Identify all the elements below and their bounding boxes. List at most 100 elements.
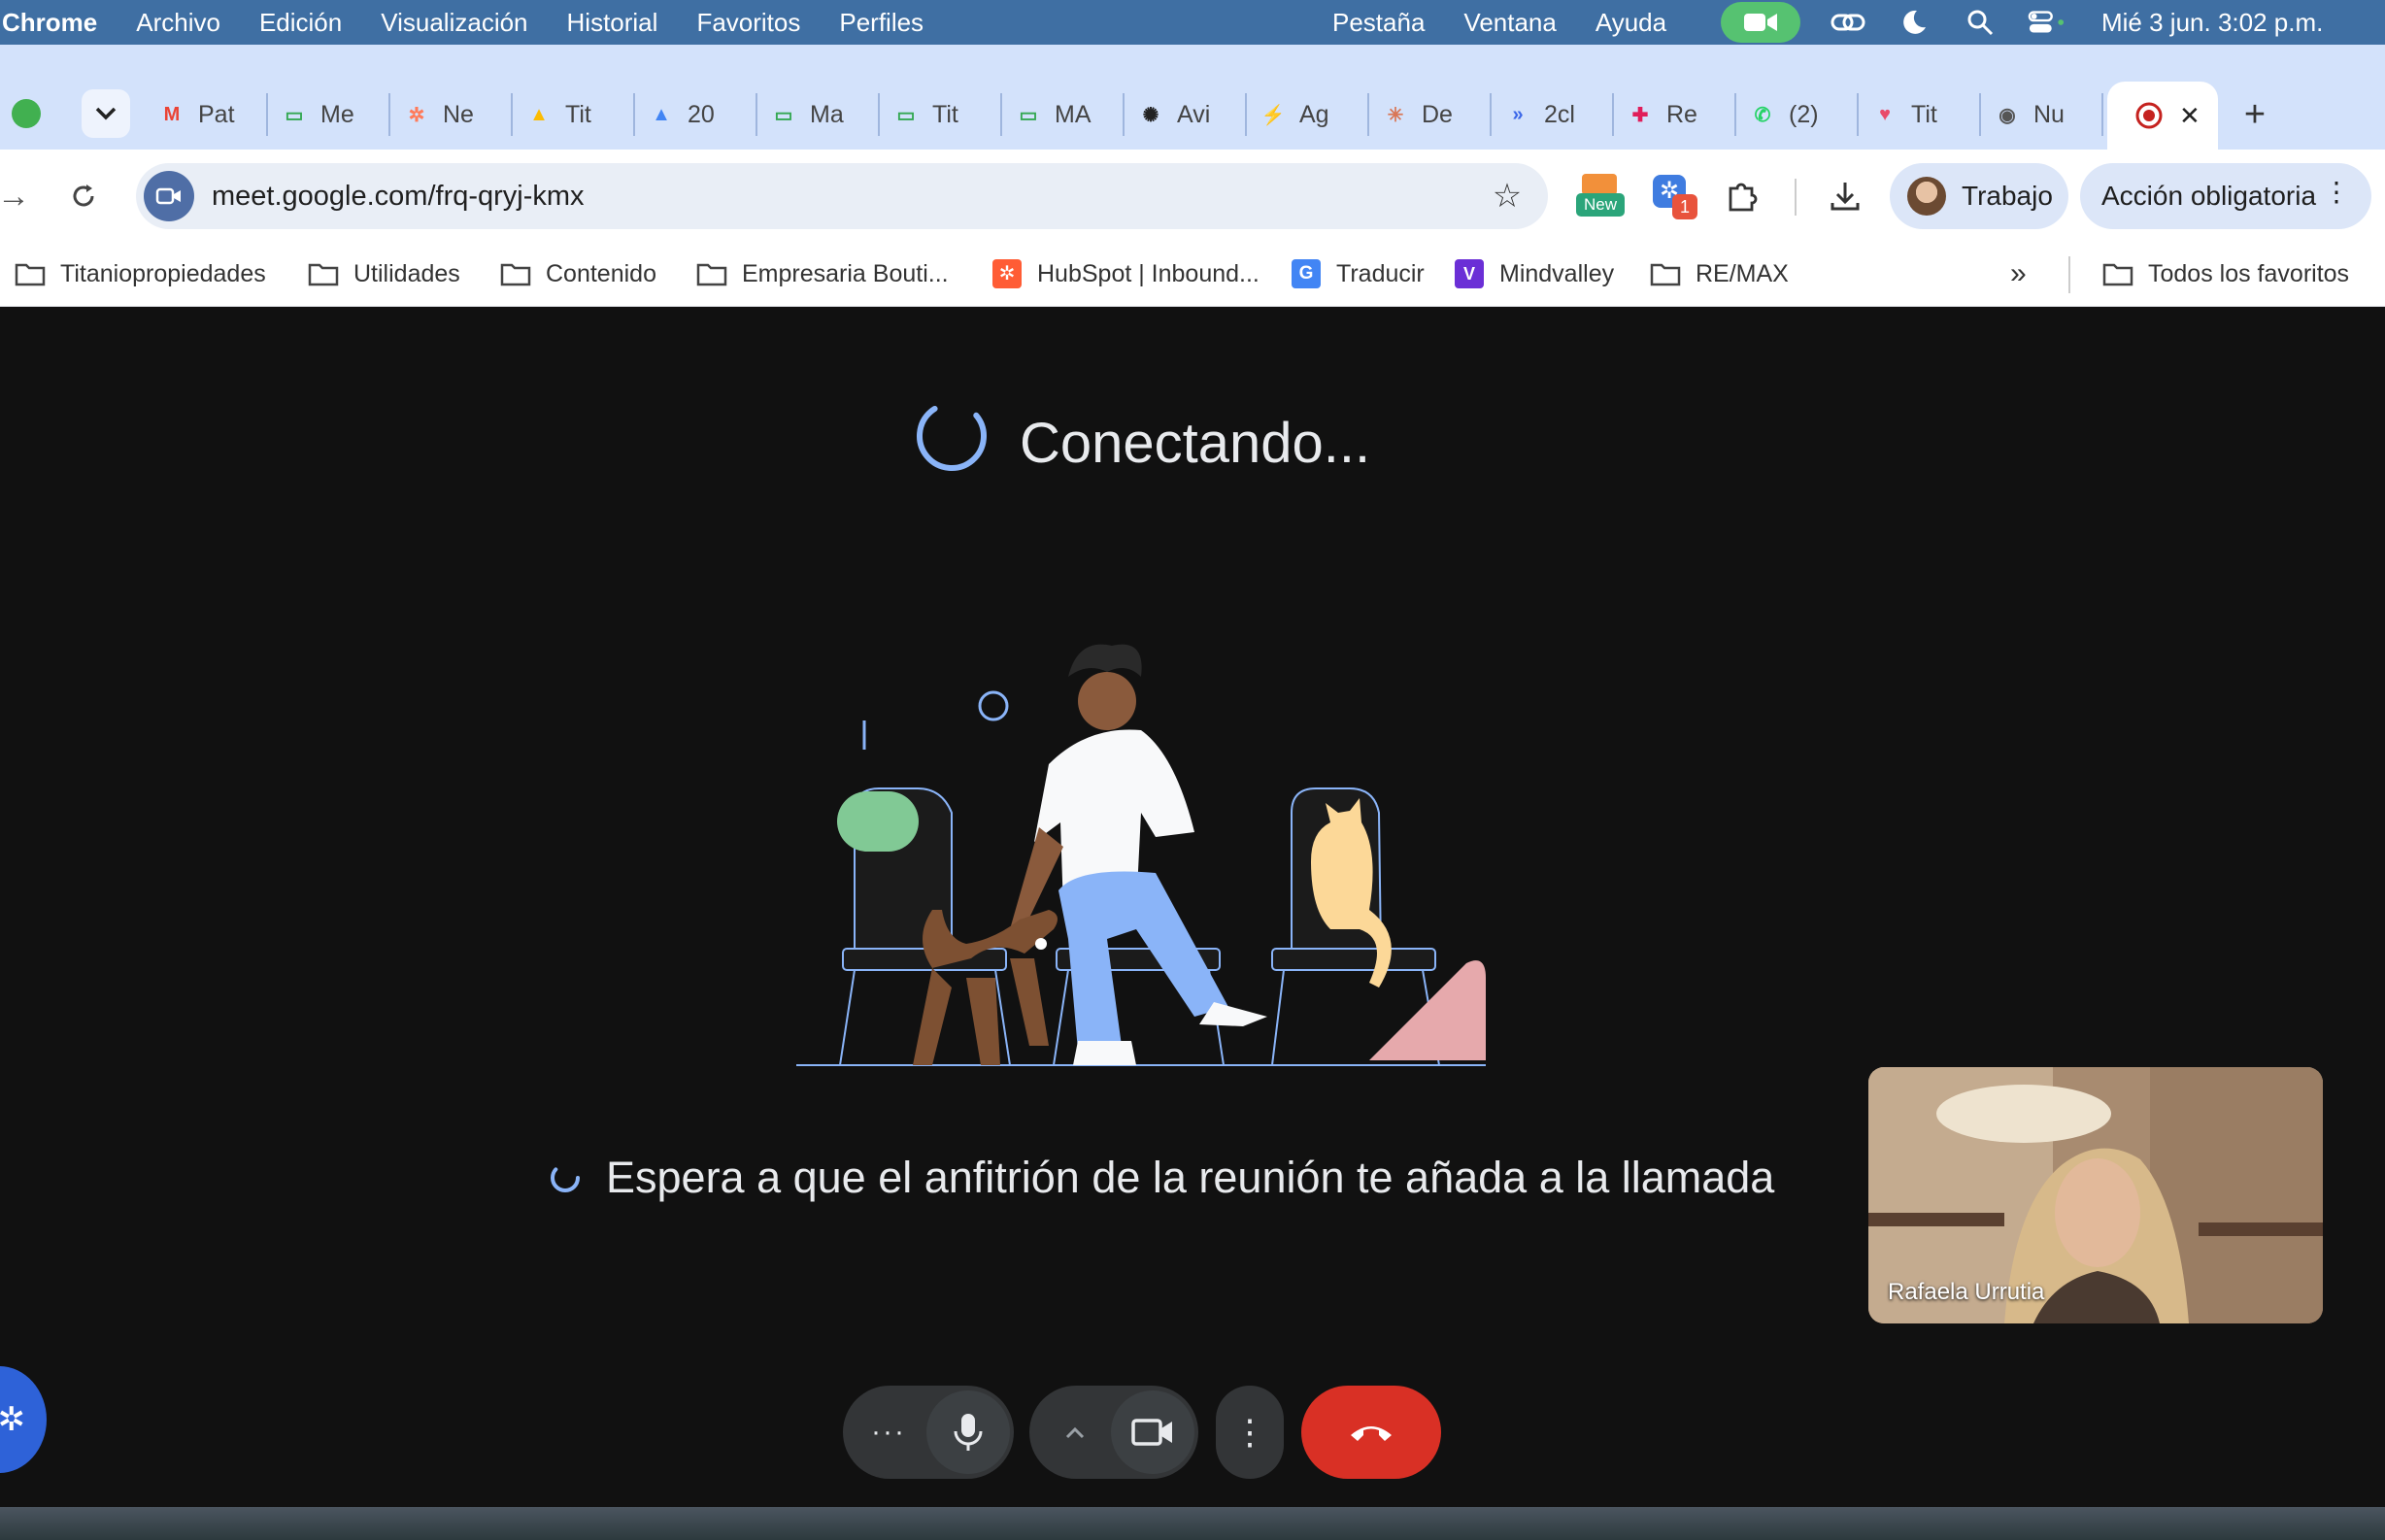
new-tab-button[interactable]: +: [2235, 94, 2274, 135]
bookmarks-overflow-button[interactable]: »: [2010, 254, 2027, 293]
menu-ventana[interactable]: Ventana: [1463, 8, 1556, 38]
bookmark-traducir[interactable]: G Traducir: [1290, 254, 1425, 293]
spotlight-search-icon[interactable]: [1962, 4, 1999, 41]
menu-archivo[interactable]: Archivo: [136, 8, 220, 38]
browser-tab[interactable]: ♥ Tit: [1859, 93, 1981, 136]
menu-bar-clock[interactable]: Mié 3 jun. 3:02 p.m.: [2101, 8, 2323, 38]
menu-perfiles[interactable]: Perfiles: [839, 8, 924, 38]
loading-spinner-icon: [917, 401, 987, 471]
all-bookmarks-button[interactable]: Todos los favoritos: [2101, 254, 2349, 293]
forward-button[interactable]: →: [0, 173, 37, 219]
all-bookmarks-label: Todos los favoritos: [2148, 259, 2350, 287]
mindvalley-icon: V: [1453, 259, 1486, 288]
browser-tab[interactable]: ▭ Me: [268, 93, 390, 136]
control-center-icon[interactable]: [2028, 4, 2065, 41]
action-required-label: Acción obligatoria: [2101, 181, 2317, 211]
extension-count-badge: 1: [1672, 194, 1697, 219]
browser-tab[interactable]: ✲ Ne: [390, 93, 513, 136]
browser-tab[interactable]: ✺ Avi: [1125, 93, 1247, 136]
profile-avatar: [1907, 177, 1946, 216]
menu-ayuda[interactable]: Ayuda: [1596, 8, 1666, 38]
url-text[interactable]: meet.google.com/frq-qryj-kmx: [212, 181, 585, 213]
tab-search-button[interactable]: [82, 89, 130, 138]
claude-icon: ✳: [1387, 104, 1404, 126]
site-info-icon[interactable]: [144, 171, 194, 221]
browser-tab[interactable]: ▲ Tit: [513, 93, 635, 136]
link-icon[interactable]: [1830, 4, 1866, 41]
close-tab-icon[interactable]: ✕: [2179, 101, 2200, 131]
moon-icon[interactable]: [1896, 4, 1932, 41]
bookmark-empresaria[interactable]: Empresaria Bouti...: [695, 254, 949, 293]
action-required-button[interactable]: Acción obligatoria ⋮: [2080, 163, 2371, 229]
browser-tab[interactable]: ▭ MA: [1002, 93, 1125, 136]
browser-tab[interactable]: » 2cl: [1492, 93, 1614, 136]
tab-active-meet[interactable]: ✕: [2107, 82, 2218, 150]
tab-title: Tit: [932, 100, 958, 128]
browser-tab[interactable]: ✳ De: [1369, 93, 1492, 136]
browser-tab[interactable]: ◉ Nu: [1981, 93, 2103, 136]
window-zoom-button[interactable]: [12, 99, 41, 128]
folder-icon: [2101, 260, 2134, 287]
folder-icon: [14, 260, 47, 287]
browser-tab[interactable]: ⚡ Ag: [1247, 93, 1369, 136]
microphone-button[interactable]: [926, 1390, 1010, 1474]
meet-waiting-room: Conectando... Espera a que el anfitrión …: [0, 308, 2385, 1507]
bookmark-star-icon[interactable]: ☆: [1488, 177, 1527, 216]
app-menu[interactable]: Chrome: [2, 8, 97, 38]
waiting-message: Espera a que el anfitrión de la reunión …: [548, 1153, 1774, 1203]
tab-title: Tit: [565, 100, 591, 128]
macos-menu-bar: Chrome Archivo Edición Visualización His…: [0, 0, 2385, 45]
browser-tab[interactable]: ▭ Tit: [880, 93, 1002, 136]
meet-icon: ▭: [774, 104, 793, 126]
microphone-icon: [954, 1414, 983, 1451]
reload-button[interactable]: [60, 173, 107, 219]
bookmark-contenido[interactable]: Contenido: [499, 254, 656, 293]
bookmark-label: HubSpot | Inbound...: [1037, 259, 1260, 287]
browser-tab[interactable]: ✆ (2): [1736, 93, 1859, 136]
companion-fab-button[interactable]: ✲: [0, 1366, 47, 1473]
video-options-button[interactable]: [1033, 1390, 1117, 1474]
more-options-group: ⋮: [1216, 1386, 1284, 1479]
small-spinner-icon: [551, 1163, 580, 1192]
status-icons: Mié 3 jun. 3:02 p.m.: [1721, 0, 2323, 45]
more-options-button[interactable]: ⋮: [1208, 1390, 1292, 1474]
menu-edicion[interactable]: Edición: [259, 8, 342, 38]
bookmark-titaniopropiedades[interactable]: Titaniopropiedades: [14, 254, 266, 293]
more-menu-icon[interactable]: ⋮: [2323, 179, 2350, 206]
downloads-icon[interactable]: [1820, 171, 1870, 221]
bookmark-utilidades[interactable]: Utilidades: [307, 254, 460, 293]
browser-tab[interactable]: ▲ 20: [635, 93, 757, 136]
ellipsis-icon: ···: [871, 1416, 906, 1448]
extensions-puzzle-icon[interactable]: [1717, 171, 1767, 221]
menu-visualizacion[interactable]: Visualización: [381, 8, 527, 38]
bookmark-hubspot[interactable]: ✲ HubSpot | Inbound...: [991, 254, 1260, 293]
self-view-tile[interactable]: Rafaela Urrutia: [1868, 1067, 2323, 1323]
bookmark-label: Empresaria Bouti...: [742, 259, 949, 287]
address-bar[interactable]: meet.google.com/frq-qryj-kmx ☆: [136, 163, 1548, 229]
bookmark-mindvalley[interactable]: V Mindvalley: [1453, 254, 1614, 293]
toolbar-divider: [1795, 179, 1797, 216]
extension-new-icon[interactable]: New: [1575, 171, 1626, 221]
tab-title: 2cl: [1544, 100, 1575, 128]
audio-options-button[interactable]: ···: [847, 1390, 930, 1474]
menu-pestana[interactable]: Pestaña: [1332, 8, 1425, 38]
new-badge: New: [1576, 193, 1625, 217]
profile-button[interactable]: Trabajo: [1890, 163, 2068, 229]
camera-button[interactable]: [1111, 1390, 1194, 1474]
menu-favoritos[interactable]: Favoritos: [696, 8, 800, 38]
meet-icon: ▭: [1019, 104, 1038, 126]
camera-in-use-icon[interactable]: [1721, 2, 1800, 43]
tab-title: (2): [1789, 100, 1819, 128]
connecting-title: Conectando...: [1020, 412, 1371, 475]
screen: Chrome Archivo Edición Visualización His…: [0, 0, 2385, 1540]
meet-icon: ▭: [285, 104, 304, 126]
bookmarks-divider: [2068, 256, 2070, 293]
browser-tab[interactable]: ▭ Ma: [757, 93, 880, 136]
bookmark-remax[interactable]: RE/MAX: [1649, 254, 1789, 293]
browser-tab[interactable]: M Pat: [146, 93, 268, 136]
leave-call-button[interactable]: [1301, 1386, 1441, 1479]
extension-gear-icon[interactable]: ✲ 1: [1649, 171, 1699, 221]
menu-historial[interactable]: Historial: [567, 8, 658, 38]
chrome-icon: ◉: [1999, 104, 2016, 126]
browser-tab[interactable]: ✚ Re: [1614, 93, 1736, 136]
